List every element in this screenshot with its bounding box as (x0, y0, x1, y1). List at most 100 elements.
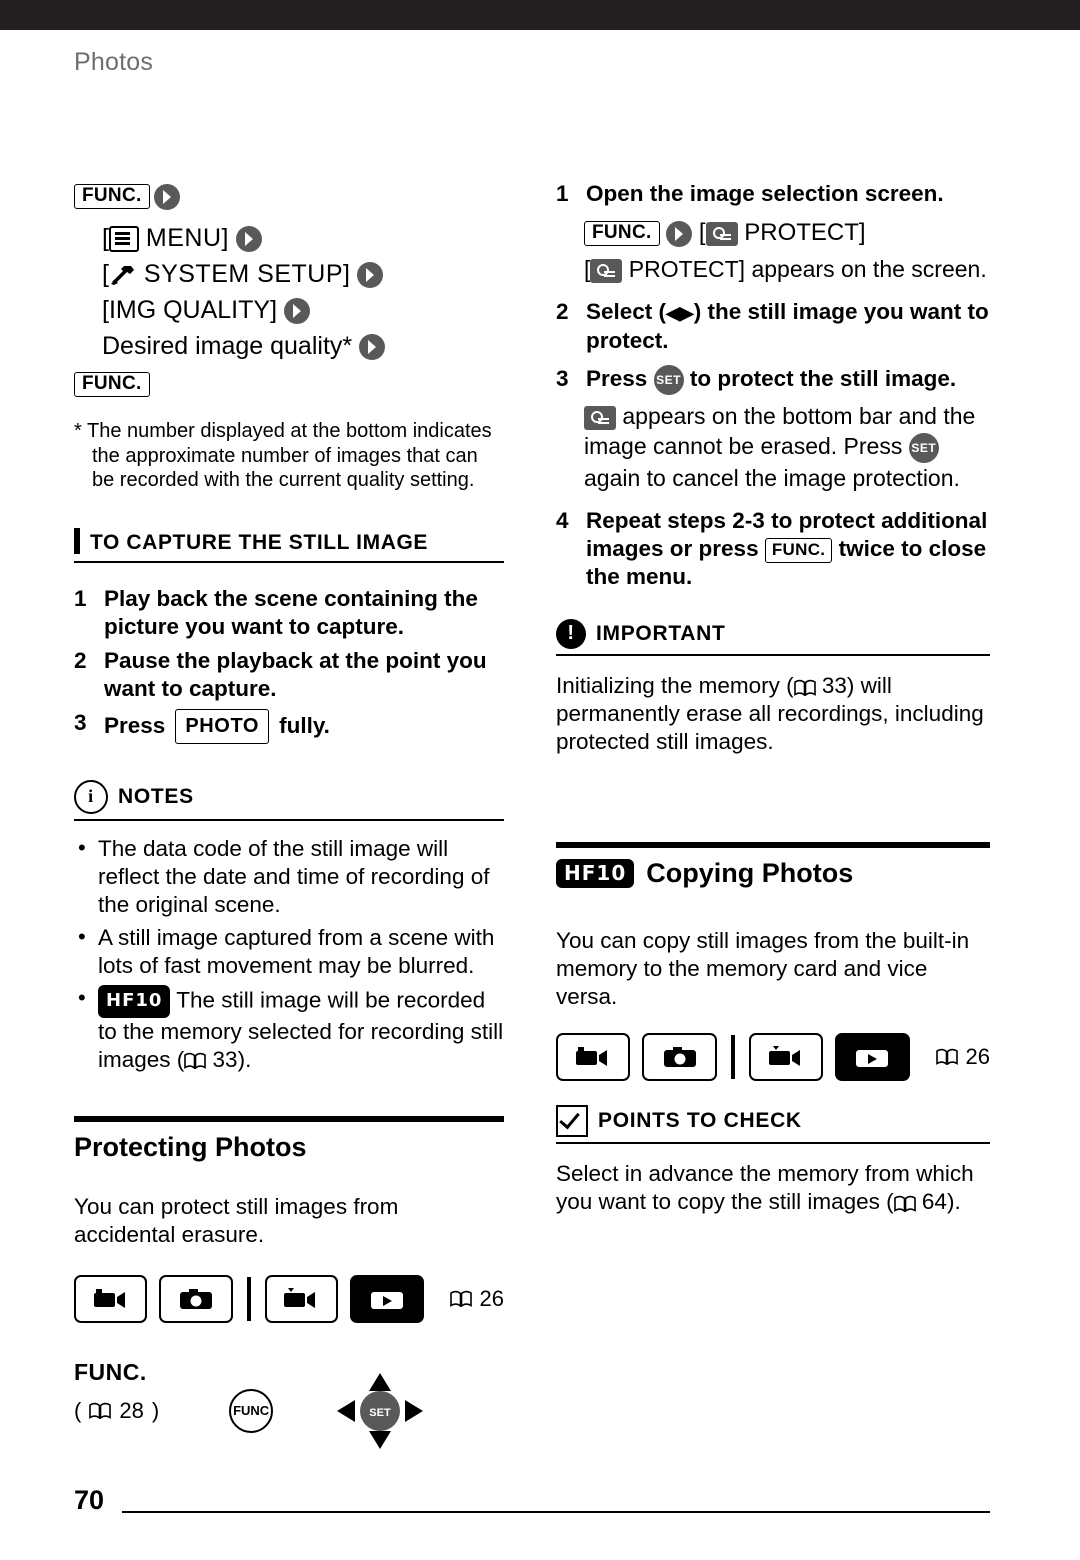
arrow-right-icon (283, 298, 310, 325)
page-ref: 26 (479, 1285, 505, 1311)
arrow-right-icon (235, 226, 262, 253)
protecting-photos-title: Protecting Photos (74, 1131, 307, 1162)
capture-step-1: 1 Play back the scene containing the pic… (74, 585, 504, 641)
movie-playback-mode-button[interactable] (748, 1032, 824, 1081)
points-body: Select in advance the memory from which … (556, 1160, 990, 1216)
menu-path-line-3: [IMG QUALITY] (102, 292, 504, 328)
arrow-right-icon (666, 220, 693, 247)
important-body-a: Initializing the memory ( (556, 672, 794, 698)
func-button[interactable]: FUNC. (764, 537, 833, 563)
func-button-end[interactable]: FUNC. (74, 372, 150, 397)
manual-page-icon (184, 1052, 207, 1070)
protect-key-icon (705, 221, 738, 246)
note-item-close: ). (237, 1046, 252, 1072)
protect-key-icon (584, 405, 616, 430)
step-number: 1 (74, 585, 87, 611)
arrow-right-icon (357, 262, 384, 289)
set-button[interactable]: SET (653, 365, 684, 396)
arrow-right-icon (359, 334, 386, 361)
set-button[interactable]: SET (908, 432, 939, 463)
arrow-right-icon (154, 183, 181, 210)
important-body: Initializing the memory ( 33) will perma… (556, 672, 990, 756)
menu-path-line-2: [ SYSTEM SETUP] (102, 256, 504, 292)
protect-step-1-note: [ PROTECT] appears on the screen. (584, 256, 987, 283)
photo-record-mode-button[interactable] (159, 1274, 233, 1323)
protect-step-3-note: appears on the bottom bar and the image … (584, 401, 990, 493)
points-body-b: ). (946, 1188, 961, 1214)
mode-page-ref: 26 (449, 1285, 505, 1312)
important-heading-label: IMPORTANT (596, 621, 726, 645)
step-text: Press (104, 713, 166, 738)
protecting-photos-body: You can protect still images from accide… (74, 1193, 399, 1247)
page-ref: 33 (212, 1046, 238, 1072)
info-icon: i (74, 779, 108, 814)
checkmark-icon (556, 1104, 588, 1137)
important-heading: ! IMPORTANT (556, 618, 990, 649)
photo-playback-mode-button[interactable] (835, 1032, 910, 1081)
page-ref: 64 (921, 1188, 947, 1214)
movie-playback-mode-button[interactable] (264, 1274, 339, 1323)
step-text: Select (◀▶) the still image you want to … (586, 299, 989, 353)
points-rule (556, 1141, 990, 1144)
note-item: HF10 The still image will be recorded to… (74, 984, 504, 1074)
step-text: Open the image selection screen. (586, 181, 944, 206)
movie-record-mode-button[interactable] (74, 1274, 148, 1323)
copying-photos-title: Copying Photos (646, 857, 854, 888)
copying-photos-title-row: HF10 Copying Photos (556, 858, 990, 889)
points-heading: POINTS TO CHECK (556, 1104, 990, 1137)
func-round-button-label: FUNC (229, 1388, 274, 1433)
protect-step-3: 3 Press SET to protect the still image. (556, 365, 990, 396)
func-button[interactable]: FUNC. (74, 184, 150, 210)
right-column: 1 Open the image selection screen. FUNC.… (556, 180, 990, 1216)
important-rule (556, 653, 990, 656)
menu-path-block: FUNC. [ MENU] [ SYSTEM SETUP] [IMG QUALI… (74, 180, 504, 397)
step-number: 1 (556, 181, 569, 206)
manual-page-icon (89, 1402, 112, 1419)
manual-page-icon (893, 1195, 916, 1212)
protect-step-1: 1 Open the image selection screen. (556, 180, 990, 208)
step-number: 4 (556, 507, 569, 533)
hf10-tag: HF10 (98, 984, 171, 1018)
manual-page-icon (793, 679, 816, 696)
protect-key-icon (590, 258, 623, 283)
photo-playback-mode-button[interactable] (350, 1274, 424, 1323)
photo-record-mode-button[interactable] (642, 1032, 717, 1081)
document-page: Photos FUNC. [ MENU] [ SYSTEM SETUP] [IM… (0, 30, 1080, 1560)
func-button[interactable]: FUNC. (584, 221, 660, 247)
points-heading-label: POINTS TO CHECK (598, 1108, 802, 1132)
func-heading: FUNC. (74, 1358, 147, 1385)
manual-page-icon (935, 1048, 958, 1066)
page-ref: 33 (821, 672, 847, 698)
protect-step-3-note-b: again to cancel the image protection. (584, 464, 960, 491)
protect-step-4: 4 Repeat steps 2-3 to protect additional… (556, 507, 990, 591)
step-text: Pause the playback at the point you want… (104, 647, 487, 701)
movie-record-mode-button[interactable] (556, 1032, 631, 1081)
copying-photos-body: You can copy still images from the built… (556, 927, 970, 1009)
page-number: 70 (74, 1485, 105, 1515)
menu-path-line-4: Desired image quality* (102, 328, 504, 364)
left-column: FUNC. [ MENU] [ SYSTEM SETUP] [IMG QUALI… (74, 180, 504, 1451)
menu-list-icon (108, 226, 139, 253)
mode-page-ref: 26 (935, 1043, 991, 1070)
menu-path-line-1: [ MENU] (102, 220, 504, 256)
protect-step-2: 2 Select (◀▶) the still image you want t… (556, 298, 990, 355)
note-item: A still image captured from a scene with… (74, 923, 504, 980)
joystick-graphic[interactable]: SET (335, 1371, 425, 1451)
func-round-button[interactable]: FUNC (229, 1388, 274, 1433)
footer-rule (122, 1511, 990, 1513)
wrench-icon (109, 264, 137, 286)
page-ref: 26 (965, 1043, 991, 1069)
svg-text:SET: SET (369, 1407, 391, 1419)
notes-list: The data code of the still image will re… (74, 834, 504, 1074)
protect-menu-label: PROTECT] (744, 219, 866, 246)
step-text-after: to protect the still image. (689, 366, 957, 391)
photo-button[interactable]: PHOTO (175, 708, 270, 744)
step-text-after: fully. (279, 713, 330, 738)
page-ref: 28 (119, 1397, 144, 1423)
copying-section-rule (556, 841, 990, 848)
exclamation-icon: ! (556, 618, 586, 649)
copying-mode-buttons-row: 26 (556, 1032, 991, 1081)
step-number: 3 (556, 366, 569, 391)
hf10-tag: HF10 (556, 858, 635, 888)
capture-step-3: 3 Press PHOTO fully. (74, 708, 504, 744)
